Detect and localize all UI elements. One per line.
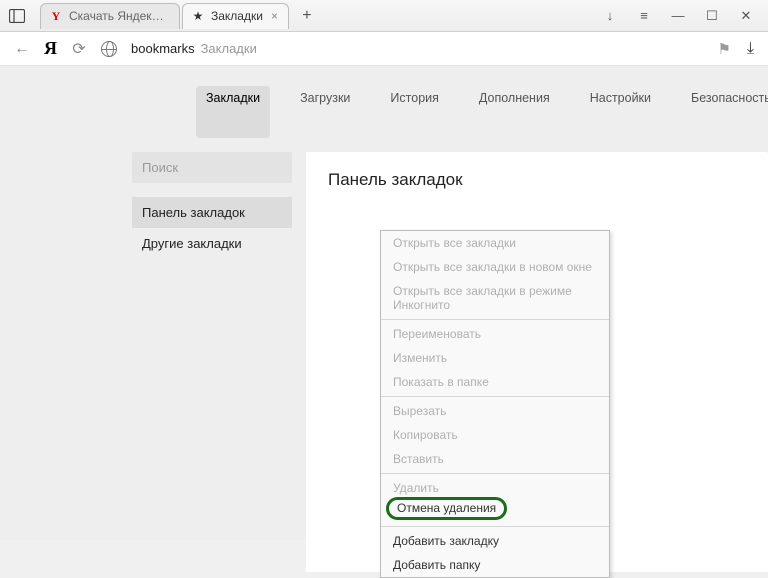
close-window-button[interactable]: ✕ [738, 8, 754, 24]
panel-toggle-button[interactable] [6, 5, 28, 27]
tab-label: Закладки [211, 9, 263, 23]
topnav-item[interactable]: История [380, 86, 448, 138]
reload-button[interactable]: ⟳ [71, 39, 87, 59]
topnav-item[interactable]: Настройки [580, 86, 661, 138]
folder-item[interactable]: Панель закладок [132, 197, 292, 228]
back-button[interactable]: ← [14, 40, 30, 58]
minimize-button[interactable]: — [670, 8, 686, 23]
context-menu-item: Открыть все закладки в новом окне [381, 255, 609, 279]
bookmark-page-icon[interactable]: ⚑ [717, 40, 730, 58]
context-menu-item: Показать в папке [381, 370, 609, 394]
star-icon: ★ [191, 9, 205, 23]
context-menu-separator [381, 319, 609, 320]
context-menu: Открыть все закладкиОткрыть все закладки… [380, 230, 610, 578]
folder-list: Панель закладокДругие закладки [132, 197, 292, 259]
context-menu-separator [381, 473, 609, 474]
window-controls: ↓ ≡ — ☐ ✕ [602, 8, 762, 24]
download-icon[interactable]: ⤓ [747, 40, 754, 58]
tab-label: Скачать Яндекс.Браузер д [69, 9, 169, 23]
bookmarks-sidebar: Поиск Панель закладокДругие закладки [132, 152, 292, 572]
context-menu-item: Открыть все закладки [381, 231, 609, 255]
address-bar: ← Я ⟳ bookmarks Закладки ⚑ ⤓ [0, 32, 768, 66]
folder-item[interactable]: Другие закладки [132, 228, 292, 259]
page-title: Панель закладок [328, 170, 746, 190]
address-path: Закладки [201, 41, 257, 56]
topnav-item[interactable]: Дополнения [469, 86, 560, 138]
context-menu-item: Изменить [381, 346, 609, 370]
close-tab-icon[interactable]: × [271, 9, 278, 23]
context-menu-item: Вырезать [381, 399, 609, 423]
undo-delete-highlight[interactable]: Отмена удаления [386, 497, 507, 520]
topnav-item[interactable]: Безопасность [681, 86, 768, 138]
context-menu-item: Переименовать [381, 322, 609, 346]
context-menu-separator [381, 526, 609, 527]
tab-strip: Y Скачать Яндекс.Браузер д ★ Закладки × … [0, 0, 768, 32]
topnav-item[interactable]: Закладки [196, 86, 270, 138]
topnav-item[interactable]: Загрузки [290, 86, 360, 138]
yandex-favicon: Y [49, 9, 63, 23]
maximize-button[interactable]: ☐ [704, 8, 720, 24]
context-menu-item: Вставить [381, 447, 609, 471]
downloads-icon[interactable]: ↓ [602, 8, 618, 23]
context-menu-item[interactable]: Добавить закладку [381, 529, 609, 553]
context-menu-item: Открыть все закладки в режиме Инкогнито [381, 279, 609, 317]
context-menu-item[interactable]: Добавить папку [381, 553, 609, 577]
address-text[interactable]: bookmarks Закладки [131, 41, 257, 56]
yandex-logo[interactable]: Я [44, 38, 57, 59]
menu-icon[interactable]: ≡ [636, 8, 652, 23]
tab-yandex-download[interactable]: Y Скачать Яндекс.Браузер д [40, 3, 180, 29]
context-menu-separator [381, 396, 609, 397]
globe-icon [101, 41, 117, 57]
search-input[interactable]: Поиск [132, 152, 292, 183]
new-tab-button[interactable]: + [295, 4, 319, 28]
tab-bookmarks[interactable]: ★ Закладки × [182, 3, 289, 29]
address-host: bookmarks [131, 41, 195, 56]
settings-topnav: Закладки Загрузки История Дополнения Настрой… [0, 86, 768, 152]
context-menu-item: Копировать [381, 423, 609, 447]
